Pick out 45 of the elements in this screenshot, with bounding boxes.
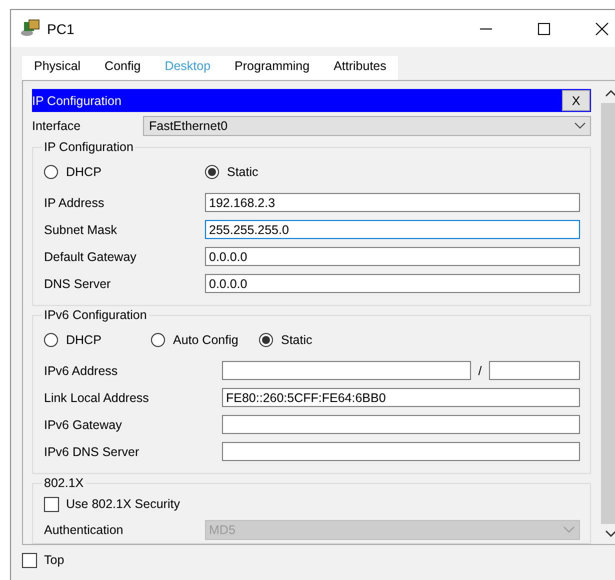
field-label: DNS Server bbox=[44, 276, 112, 290]
input-field[interactable]: 0.0.0.0 bbox=[205, 274, 580, 293]
field-label: IPv6 DNS Server bbox=[44, 444, 140, 458]
chevron-up-icon[interactable] bbox=[605, 89, 615, 97]
radio-option[interactable]: Static bbox=[259, 333, 312, 347]
window-title: PC1 bbox=[47, 20, 74, 36]
radio-option[interactable]: DHCP bbox=[44, 165, 205, 179]
close-button[interactable]: X bbox=[562, 90, 590, 111]
group-title: IP Configuration bbox=[43, 140, 134, 154]
input-field[interactable]: FE80::260:5CFF:FE64:6BB0 bbox=[222, 388, 580, 407]
prefix-input-field[interactable] bbox=[489, 361, 580, 380]
field-label: Subnet Mask bbox=[44, 222, 118, 236]
dialog-title: IP Configuration bbox=[32, 94, 122, 108]
input-field[interactable]: 0.0.0.0 bbox=[205, 247, 580, 266]
input-field[interactable]: 192.168.2.3 bbox=[205, 193, 580, 212]
input-field[interactable] bbox=[222, 442, 580, 461]
checkbox-option[interactable]: Use 802.1X Security bbox=[44, 492, 580, 516]
tab[interactable]: Config bbox=[92, 56, 153, 83]
chevron-down-icon bbox=[574, 122, 586, 130]
tab[interactable]: Physical bbox=[22, 56, 93, 83]
close-icon[interactable] bbox=[595, 22, 609, 36]
field-label: Link Local Address bbox=[44, 390, 150, 404]
field-label: Default Gateway bbox=[44, 250, 138, 264]
field-label: IP Address bbox=[44, 196, 106, 210]
field-label: IPv6 Address bbox=[44, 364, 119, 378]
interface-label: Interface bbox=[32, 119, 82, 133]
tab[interactable]: Attributes bbox=[322, 56, 398, 83]
radio-option[interactable]: Static bbox=[205, 165, 366, 179]
interface-dropdown[interactable]: FastEthernet0 bbox=[143, 116, 591, 136]
maximize-icon[interactable] bbox=[537, 22, 551, 36]
group-title: IPv6 Configuration bbox=[43, 308, 148, 322]
input-field[interactable] bbox=[222, 415, 580, 434]
chevron-down-icon[interactable] bbox=[605, 530, 615, 538]
chevron-down-icon bbox=[563, 526, 575, 534]
radio-option[interactable]: Auto Config bbox=[151, 333, 259, 347]
checkbox-option[interactable]: Top bbox=[22, 548, 64, 572]
input-field[interactable] bbox=[222, 361, 471, 380]
prefix-separator: / bbox=[477, 364, 483, 378]
pc-icon bbox=[19, 18, 41, 38]
tab[interactable]: Programming bbox=[222, 56, 322, 83]
input-field[interactable]: 255.255.255.0 bbox=[205, 220, 580, 239]
field-label: Authentication bbox=[44, 522, 124, 536]
radio-option[interactable]: DHCP bbox=[44, 333, 151, 347]
field-label: IPv6 Gateway bbox=[44, 418, 123, 432]
group-title: 802.1X bbox=[43, 476, 85, 490]
